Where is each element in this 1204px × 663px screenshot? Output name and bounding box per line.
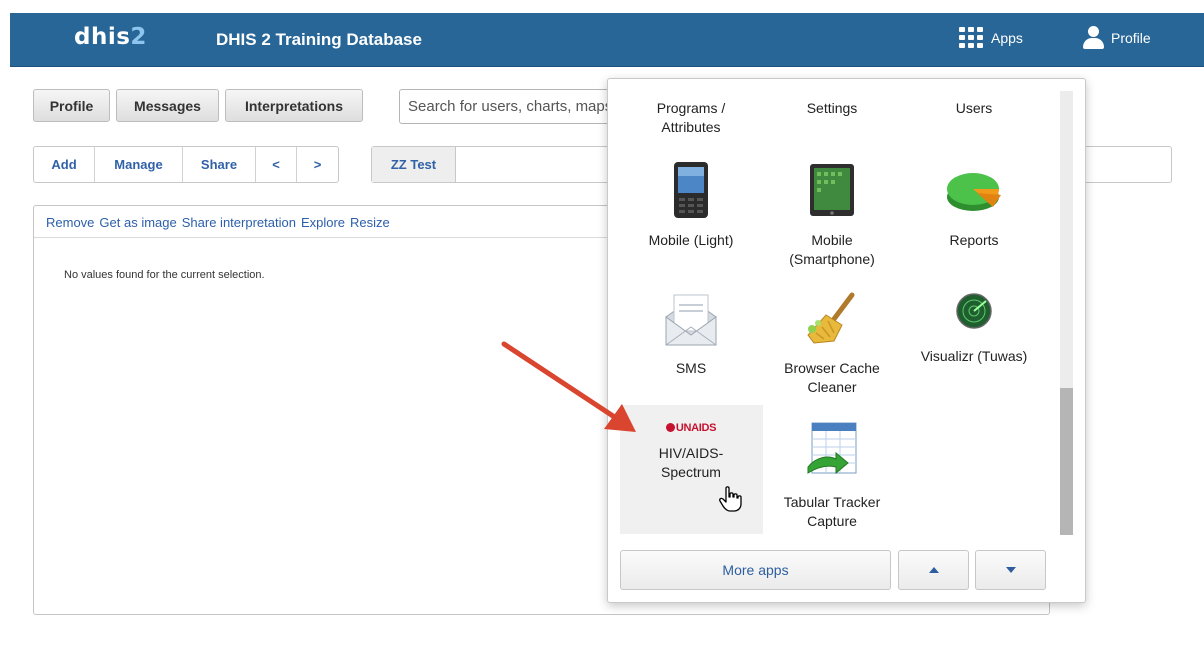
app-label: Visualizr (Tuwas) [920, 348, 1028, 364]
profile-label: Profile [1111, 30, 1151, 46]
dashboard-toolbar: Add Manage Share < > [33, 146, 339, 183]
mobile-phone-icon [674, 162, 708, 218]
user-profile-icon [1083, 26, 1104, 50]
apps-grid-icon [959, 27, 983, 48]
top-header-bar: dhis2 DHIS 2 Training Database Apps Prof… [10, 13, 1204, 67]
app-label: Programs / Attributes [656, 100, 726, 135]
next-button[interactable]: > [297, 147, 338, 182]
app-browser-cache-cleaner[interactable]: Browser Cache Cleaner [761, 291, 903, 397]
apps-dropdown-menu: Programs / Attributes Settings Users Mob… [607, 78, 1086, 603]
caret-up-icon [928, 567, 939, 573]
more-apps-button[interactable]: More apps [620, 550, 891, 590]
broom-icon [807, 292, 855, 344]
explore-link[interactable]: Explore [301, 215, 345, 230]
spreadsheet-icon [807, 422, 857, 475]
scrollbar-thumb[interactable] [1060, 388, 1073, 535]
previous-button[interactable]: < [256, 147, 297, 182]
app-reports[interactable]: Reports [903, 167, 1045, 250]
scroll-up-button[interactable] [898, 550, 969, 590]
app-label: Mobile (Smartphone) [789, 232, 875, 267]
app-mobile-smartphone[interactable]: Mobile (Smartphone) [761, 163, 903, 269]
app-label: Settings [806, 100, 858, 116]
manage-button[interactable]: Manage [95, 147, 183, 182]
hand-cursor-icon [719, 486, 742, 512]
add-button[interactable]: Add [34, 147, 95, 182]
pie-chart-icon [947, 173, 1001, 211]
profile-button[interactable]: Profile [33, 89, 110, 122]
apps-menu-button[interactable]: Apps [959, 27, 1023, 48]
app-label: Users [955, 100, 993, 116]
app-label: Browser Cache Cleaner [784, 360, 880, 395]
app-settings[interactable]: Settings [761, 99, 903, 118]
get-as-image-link[interactable]: Get as image [99, 215, 176, 230]
remove-link[interactable]: Remove [46, 215, 94, 230]
app-label: Reports [949, 232, 999, 248]
database-title: DHIS 2 Training Database [216, 30, 422, 49]
scroll-down-button[interactable] [975, 550, 1046, 590]
app-label: Mobile (Light) [648, 232, 734, 248]
caret-down-icon [1005, 567, 1016, 573]
interpretations-button[interactable]: Interpretations [225, 89, 363, 122]
radar-icon [956, 293, 992, 329]
app-label: Tabular Tracker Capture [783, 494, 881, 529]
tab-zz-test[interactable]: ZZ Test [372, 147, 456, 182]
app-programs-attributes[interactable]: Programs / Attributes [620, 99, 762, 137]
resize-link[interactable]: Resize [350, 215, 390, 230]
search-input[interactable]: Search for users, charts, maps [399, 89, 629, 124]
app-label: HIV/AIDS-Spectrum [658, 445, 724, 480]
red-arrow-annotation [501, 341, 636, 432]
dhis2-logo[interactable]: dhis2 [74, 24, 147, 50]
no-values-message: No values found for the current selectio… [64, 269, 265, 281]
apps-scrollbar[interactable] [1060, 91, 1073, 535]
app-tabular-tracker-capture[interactable]: Tabular Tracker Capture [761, 421, 903, 531]
apps-label: Apps [991, 29, 1023, 46]
messages-button[interactable]: Messages [116, 89, 219, 122]
envelope-icon [665, 294, 717, 346]
app-visualizr-tuwas[interactable]: Visualizr (Tuwas) [903, 293, 1045, 366]
app-users[interactable]: Users [903, 99, 1045, 118]
app-mobile-light[interactable]: Mobile (Light) [620, 161, 762, 250]
share-button[interactable]: Share [183, 147, 256, 182]
tablet-icon [810, 164, 854, 216]
profile-menu-button[interactable]: Profile [1083, 26, 1151, 50]
share-interpretation-link[interactable]: Share interpretation [182, 215, 296, 230]
